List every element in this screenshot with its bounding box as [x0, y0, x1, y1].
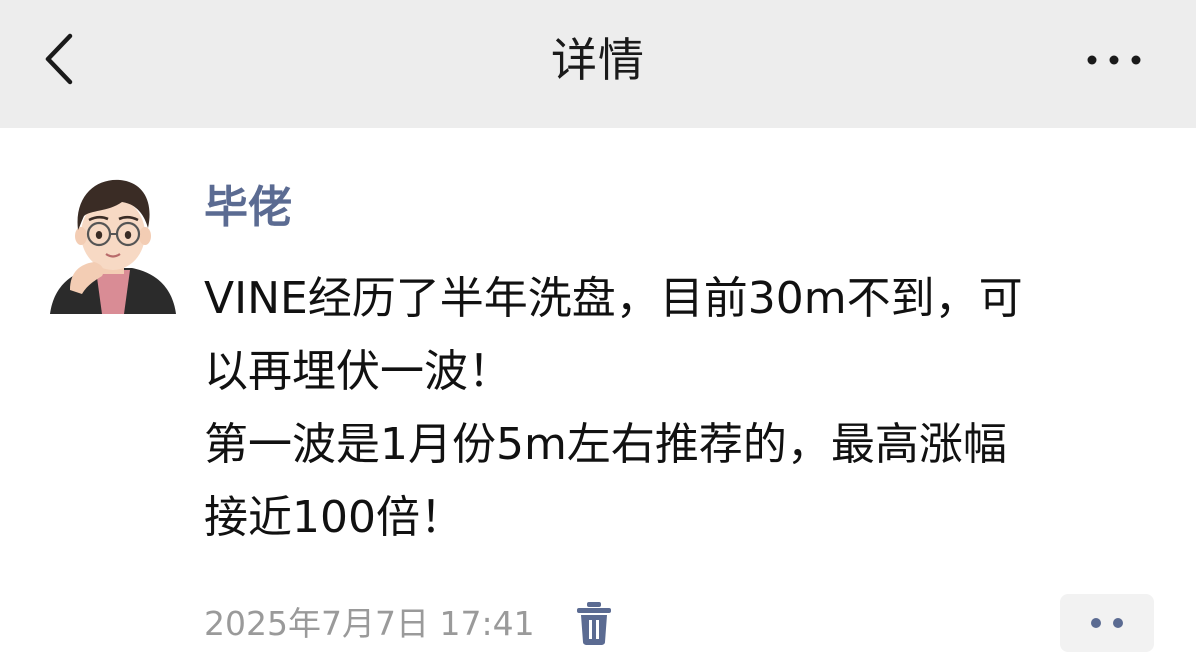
ellipsis-horizontal-icon [1087, 55, 1141, 65]
author-avatar[interactable] [44, 172, 182, 314]
author-name[interactable]: 毕佬 [204, 178, 292, 238]
post-line: 接近100倍！ [204, 492, 464, 543]
post-content: VINE经历了半年洗盘，目前30m不到，可 以再埋伏一波！ 第一波是1月份5m左… [204, 262, 1134, 554]
post-line: VINE经历了半年洗盘，目前30m不到，可 [204, 273, 1023, 324]
nav-header: 详情 [0, 0, 1196, 128]
comment-like-button[interactable] [1060, 594, 1154, 652]
post-timestamp: 2025年7月7日 17:41 [204, 604, 535, 643]
delete-button[interactable] [574, 600, 614, 646]
two-dots-icon [1091, 618, 1123, 628]
post-line: 第一波是1月份5m左右推荐的，最高涨幅 [204, 419, 1007, 470]
post-line: 以再埋伏一波！ [204, 346, 512, 397]
trash-icon [577, 602, 611, 645]
page-title: 详情 [551, 33, 645, 87]
more-options-button[interactable] [1078, 40, 1150, 80]
cartoon-avatar [44, 172, 182, 314]
